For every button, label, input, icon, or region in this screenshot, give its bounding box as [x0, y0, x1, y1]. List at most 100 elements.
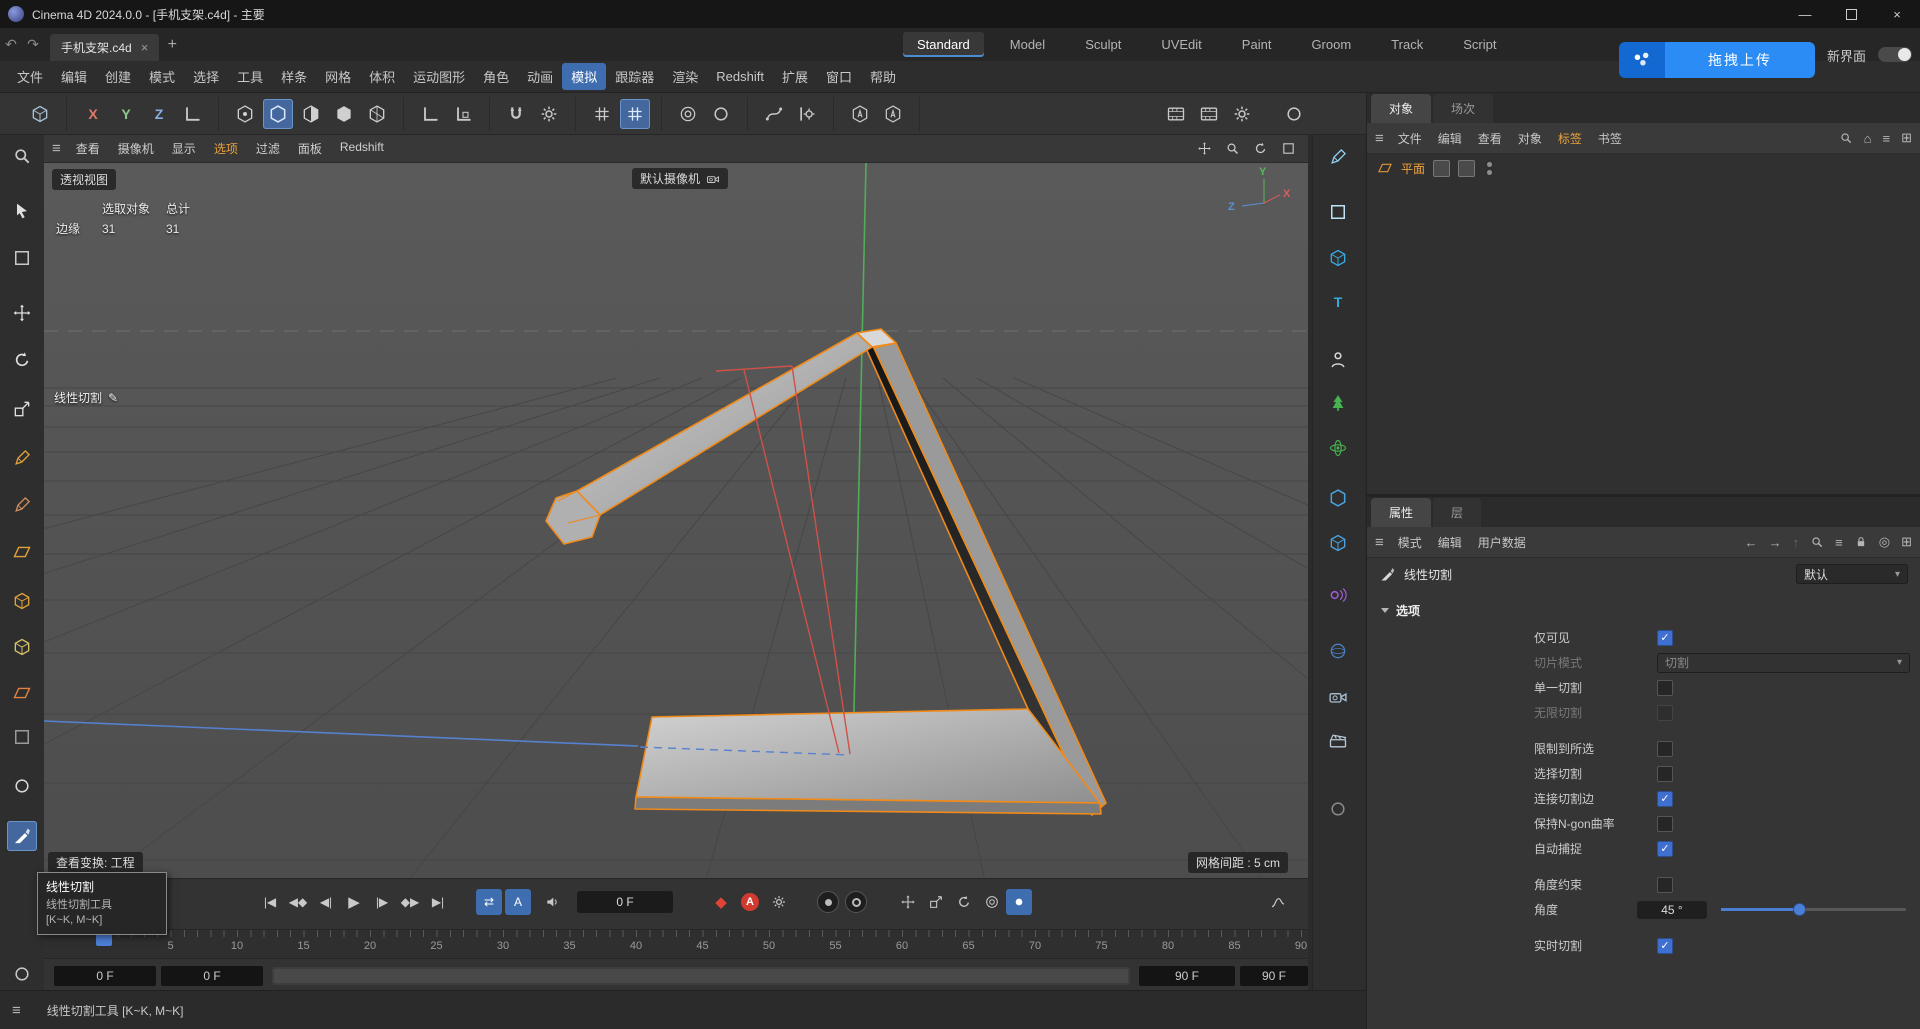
fcurve-mode-icon[interactable]: [1264, 889, 1292, 915]
om-menu-查看[interactable]: 查看: [1470, 127, 1510, 150]
status-menu-icon[interactable]: ≡: [12, 1002, 21, 1019]
om-expand-icon[interactable]: ⊞: [1901, 130, 1912, 146]
am-menu-icon[interactable]: ≡: [1375, 534, 1384, 551]
menu-样条[interactable]: 样条: [272, 63, 316, 90]
next-frame-button[interactable]: |▶: [368, 889, 396, 915]
quantize-enabled-icon[interactable]: [620, 99, 650, 129]
primitive-cube-icon[interactable]: [1323, 243, 1353, 273]
render-safe-icon[interactable]: [878, 99, 908, 129]
angle-value-field[interactable]: 45 °: [1637, 901, 1707, 919]
material-icon[interactable]: [1323, 794, 1353, 824]
make-editable-icon[interactable]: [25, 99, 55, 129]
am-menu-用户数据[interactable]: 用户数据: [1470, 531, 1534, 554]
phong-tag-icon[interactable]: [1433, 160, 1450, 177]
vp-menu-显示[interactable]: 显示: [163, 137, 205, 160]
menu-角色[interactable]: 角色: [474, 63, 518, 90]
menu-窗口[interactable]: 窗口: [817, 63, 861, 90]
key-parameter-toggle[interactable]: [978, 889, 1006, 915]
menu-编辑[interactable]: 编辑: [52, 63, 96, 90]
rectangle-selection-icon[interactable]: [7, 243, 37, 273]
new-ui-toggle[interactable]: [1878, 47, 1912, 62]
tool-options-icon[interactable]: [792, 99, 822, 129]
camera-label[interactable]: 默认摄像机: [632, 168, 728, 189]
spline-pen-icon[interactable]: [1323, 142, 1353, 172]
vp-menu-过滤[interactable]: 过滤: [247, 137, 289, 160]
mograph-text-icon[interactable]: T: [1323, 287, 1353, 317]
visibility-dot-render[interactable]: [1487, 170, 1492, 175]
checkbox-角度约束[interactable]: [1657, 877, 1673, 893]
layout-tab-Paint[interactable]: Paint: [1228, 32, 1286, 57]
lock-z-icon[interactable]: Z: [144, 99, 174, 129]
am-forward-icon[interactable]: →: [1769, 535, 1782, 550]
solo-selection-button[interactable]: [845, 891, 867, 913]
am-target-icon[interactable]: ◎: [1879, 534, 1890, 550]
redo-icon[interactable]: ↷: [22, 36, 44, 53]
move-tool-icon[interactable]: [7, 298, 37, 328]
am-back-icon[interactable]: ←: [1745, 535, 1758, 550]
close-tab-icon[interactable]: ×: [141, 40, 149, 55]
tab-layers[interactable]: 层: [1433, 498, 1481, 527]
loop-cut-tool-icon[interactable]: [7, 771, 37, 801]
menu-扩展[interactable]: 扩展: [773, 63, 817, 90]
play-button[interactable]: ▶: [340, 889, 368, 915]
scene-tree-icon[interactable]: [1323, 388, 1353, 418]
spline-primitive-icon[interactable]: [1323, 197, 1353, 227]
minimize-button[interactable]: —: [1782, 0, 1828, 28]
current-frame-field[interactable]: 0 F: [577, 891, 673, 913]
dynamics-icon[interactable]: [1323, 636, 1353, 666]
angle-slider[interactable]: [1721, 902, 1906, 917]
slider-knob[interactable]: [1793, 903, 1806, 916]
layout-tab-UVEdit[interactable]: UVEdit: [1147, 32, 1215, 57]
vp-rotate-icon[interactable]: [1248, 138, 1272, 160]
axis-center-icon[interactable]: [7, 959, 37, 989]
live-selection-icon[interactable]: [7, 197, 37, 227]
menu-模拟[interactable]: 模拟: [562, 63, 606, 90]
om-menu-书签[interactable]: 书签: [1590, 127, 1630, 150]
keying-settings-button[interactable]: [765, 889, 793, 915]
quantize-icon[interactable]: [587, 99, 617, 129]
scale-tool-icon[interactable]: [7, 394, 37, 424]
om-menu-对象[interactable]: 对象: [1510, 127, 1550, 150]
range-end-field[interactable]: 90 F: [1240, 966, 1308, 986]
key-scale-toggle[interactable]: [922, 889, 950, 915]
field-icon[interactable]: [1323, 580, 1353, 610]
render-settings-icon[interactable]: [1227, 99, 1257, 129]
workplane-icon[interactable]: [415, 99, 445, 129]
am-menu-模式[interactable]: 模式: [1390, 531, 1430, 554]
checkbox-实时切割[interactable]: ✓: [1657, 938, 1673, 954]
camera-icon[interactable]: [1323, 682, 1353, 712]
simulation-icon[interactable]: [1323, 433, 1353, 463]
vp-menu-查看[interactable]: 查看: [67, 137, 109, 160]
goto-end-button[interactable]: ▶|: [424, 889, 452, 915]
am-up-icon[interactable]: ↑: [1793, 535, 1800, 550]
axis-mode-icon[interactable]: [362, 99, 392, 129]
coord-system-icon[interactable]: [177, 99, 207, 129]
vp-zoom-icon[interactable]: [1220, 138, 1244, 160]
vp-menu-面板[interactable]: 面板: [289, 137, 331, 160]
plane-cut-tool-icon[interactable]: [7, 678, 37, 708]
next-key-button[interactable]: ◆▶: [396, 889, 424, 915]
close-button[interactable]: ×: [1874, 0, 1920, 28]
world-coordinates-icon[interactable]: [673, 99, 703, 129]
tweak-tool-icon[interactable]: [7, 537, 37, 567]
pen-tool-icon[interactable]: [7, 443, 37, 473]
symmetry-tool-icon[interactable]: [7, 722, 37, 752]
interactive-render-region-icon[interactable]: [1279, 99, 1309, 129]
menu-选择[interactable]: 选择: [184, 63, 228, 90]
object-coordinates-icon[interactable]: [706, 99, 736, 129]
sound-toggle[interactable]: [539, 889, 567, 915]
om-menu-标签[interactable]: 标签: [1550, 127, 1590, 150]
menu-模式[interactable]: 模式: [140, 63, 184, 90]
undo-icon[interactable]: ↶: [0, 36, 22, 53]
tab-attributes[interactable]: 属性: [1371, 498, 1431, 527]
om-menu-编辑[interactable]: 编辑: [1430, 127, 1470, 150]
menu-体积[interactable]: 体积: [360, 63, 404, 90]
playback-mode-toggle[interactable]: A: [505, 889, 531, 915]
goto-start-button[interactable]: |◀: [256, 889, 284, 915]
vp-pan-icon[interactable]: [1192, 138, 1216, 160]
maximize-button[interactable]: [1828, 0, 1874, 28]
tab-takes[interactable]: 场次: [1433, 94, 1493, 123]
stand-base-top[interactable]: [636, 709, 1100, 803]
menu-运动图形[interactable]: 运动图形: [404, 63, 474, 90]
render-view-icon[interactable]: [1161, 99, 1191, 129]
